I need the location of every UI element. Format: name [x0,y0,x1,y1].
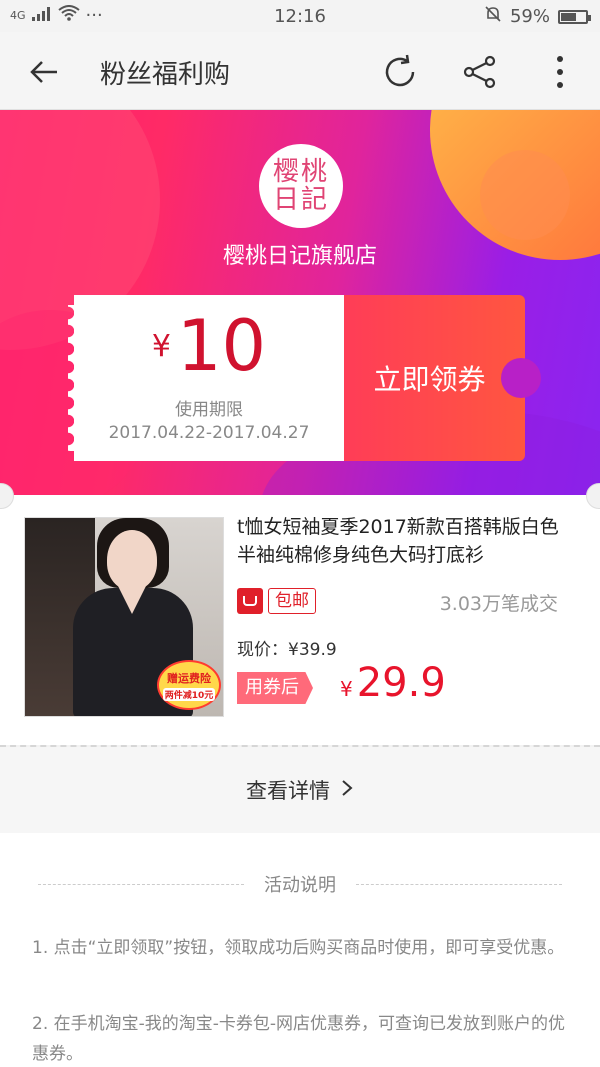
description-header: 活动说明 [38,871,562,897]
final-price-value: 29.9 [356,660,446,706]
description-item-1: 1. 点击“立即领取”按钮，领取成功后购买商品时使用，即可享受优惠。 [32,938,565,958]
header-line-left [38,883,244,885]
current-price: 现价：¥39.9 [237,640,337,660]
description-title: 活动说明 [264,875,336,896]
status-bar: 4G ··· 12:16 59% [0,0,600,32]
promo-badge-line1: 赠运费险 [167,671,211,685]
sales-count: 3.03万笔成交 [439,593,558,615]
shop-logo-text: 樱桃日記 [273,157,330,215]
shop-logo[interactable]: 樱桃日記 [259,144,343,228]
share-icon [463,55,496,89]
app-bar: 粉丝福利购 [0,32,600,110]
store-icon-inner [243,596,257,606]
back-button[interactable] [24,52,64,92]
validity-dates: 2017.04.22-2017.04.27 [108,423,310,443]
product-title[interactable]: t恤女短袖夏季2017新款百搭韩版白色半袖纯棉修身纯色大码打底衫 [237,513,577,569]
more-button[interactable] [540,52,580,92]
product-card[interactable]: 赠运费险 两件减10元 t恤女短袖夏季2017新款百搭韩版白色半袖纯棉修身纯色大… [0,495,600,745]
final-price-currency: ¥ [340,677,353,701]
product-image[interactable]: 赠运费险 两件减10元 [24,517,224,717]
bell-muted-icon [484,5,502,28]
promo-badge-line2: 两件减10元 [162,687,216,701]
description-item-2: 2. 在手机淘宝-我的淘宝-卡券包-网店优惠券，可查询已发放到账户的优惠券。 [32,1014,566,1064]
back-arrow-icon [30,61,57,83]
view-details-label: 查看详情 [246,779,330,803]
view-details-button[interactable]: 查看详情 [0,747,600,833]
after-coupon-tag: 用券后 [237,672,313,704]
claim-coupon-label: 立即领券 [373,363,486,396]
status-right: 59% [484,5,591,28]
promo-badge: 赠运费险 两件减10元 [157,660,221,710]
coupon-value: ¥10 [74,311,344,381]
refresh-button[interactable] [380,52,420,92]
image-face [107,530,157,590]
battery-percent: 59% [509,6,550,27]
activity-description: 活动说明 1. 点击“立即领取”按钮，领取成功后购买商品时使用，即可享受优惠。 … [0,833,600,1067]
coupon-amount: 10 [177,305,267,387]
page: 4G ··· 12:16 59% 粉丝福利购 樱桃日記 樱桃日记旗舰店 ¥10 … [0,0,600,1067]
decor-blob [480,150,570,240]
battery-icon [558,9,591,24]
refresh-icon [385,54,415,87]
battery-fill [561,12,576,21]
page-title: 粉丝福利购 [100,60,231,90]
share-button[interactable] [460,52,500,92]
final-price: ¥29.9 [340,660,446,706]
claim-coupon-button[interactable]: 立即领券 [344,295,541,461]
chevron-right-icon [340,778,354,802]
shop-name: 樱桃日记旗舰店 [222,244,377,269]
header-line-right [356,883,562,885]
coupon-currency: ¥ [151,329,171,364]
more-icon [557,56,563,88]
coupon-card: ¥10 使用期限 2017.04.22-2017.04.27 [68,295,344,461]
tmall-store-icon [237,588,263,614]
validity-label: 使用期限 [175,400,243,420]
free-shipping-tag: 包邮 [268,588,316,614]
coupon-banner: 樱桃日記 樱桃日记旗舰店 ¥10 使用期限 2017.04.22-2017.04… [0,110,600,495]
